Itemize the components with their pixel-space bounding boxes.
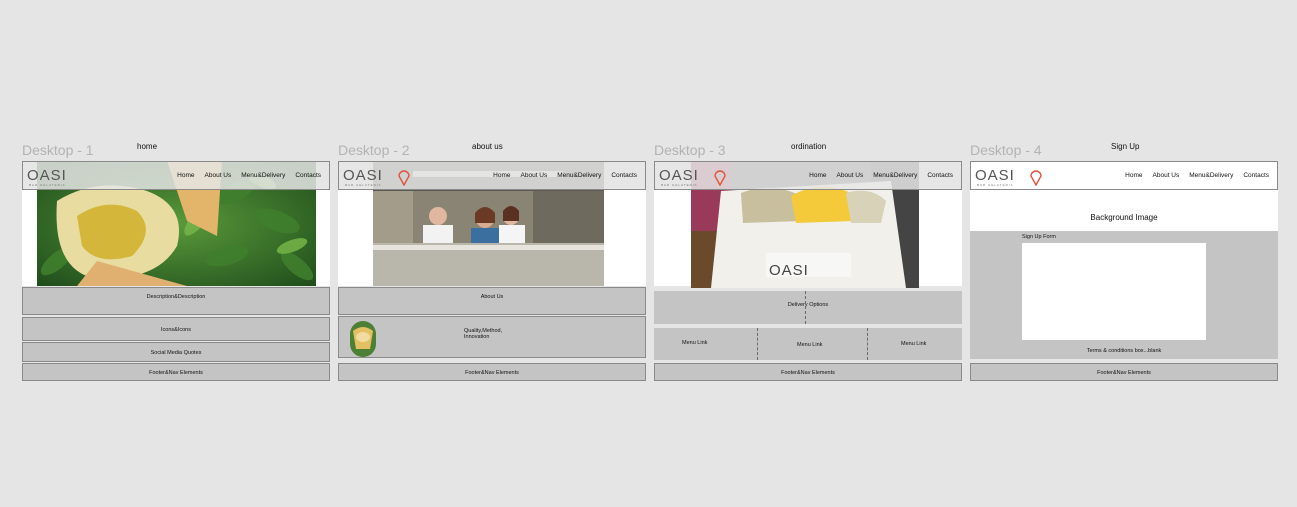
logo-subtitle: BAR GELATERIA [29, 183, 66, 187]
frame-desktop-2[interactable]: OASI BAR GELATERIA Home About Us Menu&De… [338, 161, 646, 381]
quality-section: Quality,Method, Innovation [338, 316, 646, 358]
frame-label-desktop-3[interactable]: Desktop - 3 [654, 142, 726, 158]
nav-item-home[interactable]: Home [493, 172, 510, 179]
logo-wordmark: OASI [975, 167, 1015, 184]
logo-wordmark: OASI [27, 167, 67, 184]
frame-title-home: home [137, 142, 158, 151]
nav-item-contacts[interactable]: Contacts [927, 172, 953, 179]
menu-link-1[interactable]: Menu Link [682, 340, 707, 346]
nav-item-contacts[interactable]: Contacts [1243, 172, 1269, 179]
logo-wordmark: OASI [343, 167, 383, 184]
nav-item-menu-delivery[interactable]: Menu&Delivery [873, 172, 917, 179]
sign-up-form[interactable] [1022, 243, 1206, 340]
logo-subtitle: BAR GELATERIA [345, 183, 382, 187]
quality-text-line-2: Innovation [464, 334, 490, 340]
sign-up-form-label: Sign Up Form [1022, 234, 1056, 240]
section-divider [867, 328, 868, 360]
nav-item-menu-delivery[interactable]: Menu&Delivery [1189, 172, 1233, 179]
section-divider [757, 328, 758, 360]
frame-title-about-us: about us [472, 142, 503, 151]
frame-desktop-1[interactable]: OASI BAR GELATERIA Home About Us Menu&De… [22, 161, 330, 381]
nav-item-contacts[interactable]: Contacts [611, 172, 637, 179]
footer-nav-section: Footer&Nav Elements [970, 363, 1278, 381]
social-media-quotes-section: Social Media Quotes [22, 342, 330, 362]
navbar: OASI BAR GELATERIA Home About Us Menu&De… [338, 161, 646, 190]
footer-nav-section: Footer&Nav Elements [338, 363, 646, 381]
menu-link-3[interactable]: Menu Link [901, 341, 926, 347]
background-image-placeholder: Background Image [1090, 213, 1158, 222]
nav-item-about-us[interactable]: About Us [837, 172, 864, 179]
navbar: OASI BAR GELATERIA Home About Us Menu&De… [22, 161, 330, 190]
nav-item-about-us[interactable]: About Us [1153, 172, 1180, 179]
frame-label-desktop-1[interactable]: Desktop - 1 [22, 142, 94, 158]
terms-conditions-box[interactable]: Terms & conditions box...blank [970, 348, 1278, 354]
navbar: OASI BAR GELATERIA Home About Us Menu&De… [654, 161, 962, 190]
nav-item-home[interactable]: Home [1125, 172, 1142, 179]
frame-desktop-3[interactable]: OASI OASI BAR GELATERIA Home About Us Me… [654, 161, 962, 381]
nav-item-about-us[interactable]: About Us [205, 172, 232, 179]
logo-subtitle: BAR GELATERIA [661, 183, 698, 187]
nav-item-home[interactable]: Home [177, 172, 194, 179]
menu-link-2[interactable]: Menu Link [797, 342, 822, 348]
menu-links-section: Menu Link Menu Link Menu Link [654, 328, 962, 360]
description-section: Description&Description [22, 287, 330, 315]
frame-title-ordination: ordination [791, 142, 827, 151]
product-logo-wordmark: OASI [769, 262, 809, 279]
nav-item-about-us[interactable]: About Us [521, 172, 548, 179]
about-us-section: About Us [338, 287, 646, 315]
quality-image [350, 321, 376, 357]
footer-nav-section: Footer&Nav Elements [22, 363, 330, 381]
icons-section: Icons&Icons [22, 317, 330, 341]
frame-label-desktop-2[interactable]: Desktop - 2 [338, 142, 410, 158]
nav-item-menu-delivery[interactable]: Menu&Delivery [557, 172, 601, 179]
footer-nav-section: Footer&Nav Elements [654, 363, 962, 381]
navbar: OASI BAR GELATERIA Home About Us Menu&De… [970, 161, 1278, 190]
logo-ice-cream-icon [398, 170, 410, 186]
nav-item-menu-delivery[interactable]: Menu&Delivery [241, 172, 285, 179]
delivery-options-label: Delivery Options [787, 302, 829, 308]
frame-label-desktop-4[interactable]: Desktop - 4 [970, 142, 1042, 158]
logo-ice-cream-icon [1030, 170, 1042, 186]
logo-wordmark: OASI [659, 167, 699, 184]
nav-item-home[interactable]: Home [809, 172, 826, 179]
section-divider [805, 291, 806, 324]
logo-ice-cream-icon [714, 170, 726, 186]
frame-desktop-4[interactable]: OASI BAR GELATERIA Home About Us Menu&De… [970, 161, 1278, 381]
sign-up-section: Sign Up Form Terms & conditions box...bl… [970, 231, 1278, 359]
delivery-options-section: Delivery Options [654, 291, 962, 324]
frame-title-sign-up: Sign Up [1111, 142, 1140, 151]
logo-subtitle: BAR GELATERIA [977, 183, 1014, 187]
nav-item-contacts[interactable]: Contacts [295, 172, 321, 179]
